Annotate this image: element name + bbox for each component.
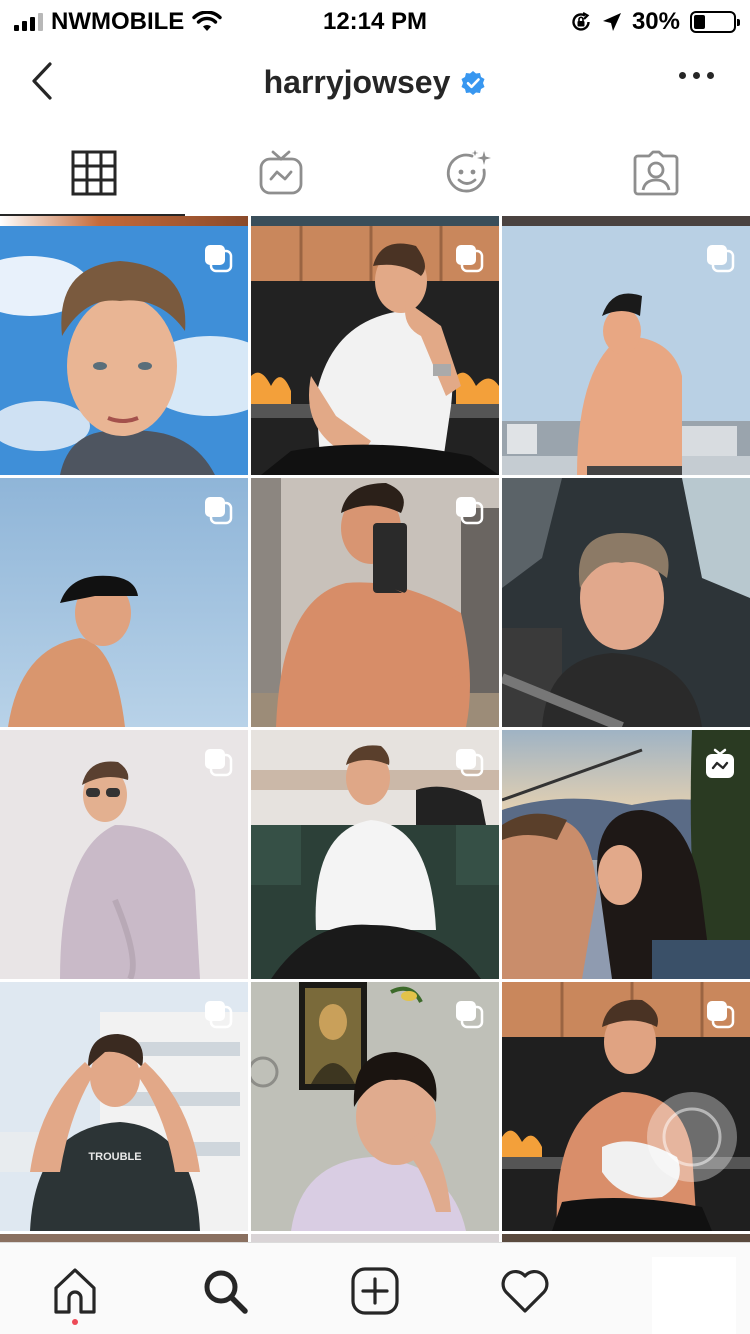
title-wrap: harryjowsey xyxy=(0,64,750,101)
home-icon xyxy=(54,1268,96,1314)
grid-top-strip xyxy=(251,216,499,226)
nav-profile-placeholder[interactable] xyxy=(652,1257,736,1334)
heart-icon xyxy=(501,1269,549,1313)
search-icon xyxy=(204,1270,248,1314)
post-photo xyxy=(502,478,750,727)
carousel-icon xyxy=(205,245,233,273)
tab-effects[interactable] xyxy=(375,130,563,216)
carousel-icon xyxy=(205,497,233,525)
grid-top-strip xyxy=(502,216,750,226)
verified-badge-icon xyxy=(461,70,485,95)
grid-bottom-strip xyxy=(251,1234,499,1242)
grid-bottom-strip xyxy=(502,1234,750,1242)
carousel-icon xyxy=(456,497,484,525)
battery-icon xyxy=(690,11,740,33)
carousel-icon xyxy=(205,749,233,777)
carousel-icon xyxy=(456,749,484,777)
shirt-print-text: TROUBLE xyxy=(88,1151,141,1163)
post-tile[interactable] xyxy=(502,226,750,475)
posts-grid: TROUBLE xyxy=(0,216,750,1242)
status-right: 30% xyxy=(570,8,740,36)
carousel-icon xyxy=(456,245,484,273)
tagged-person-icon xyxy=(633,150,679,196)
nav-new-post[interactable] xyxy=(345,1261,405,1321)
grid-top-strip xyxy=(0,216,248,226)
battery-percent: 30% xyxy=(631,8,680,35)
post-tile[interactable] xyxy=(0,478,248,727)
profile-header: harryjowsey xyxy=(0,44,750,126)
profile-tabs xyxy=(0,130,750,216)
bottom-nav xyxy=(0,1242,750,1334)
nav-search[interactable] xyxy=(195,1261,255,1321)
post-tile[interactable] xyxy=(251,478,499,727)
notification-dot xyxy=(72,1319,78,1325)
face-effects-icon xyxy=(446,150,491,193)
carousel-icon xyxy=(707,245,735,273)
igtv-post-icon xyxy=(706,748,734,778)
add-post-icon xyxy=(351,1267,399,1315)
grid-icon xyxy=(71,150,117,196)
post-tile[interactable] xyxy=(251,982,499,1231)
post-tile[interactable] xyxy=(502,478,750,727)
nav-activity[interactable] xyxy=(495,1261,555,1321)
tab-posts-grid[interactable] xyxy=(0,130,188,216)
carousel-icon xyxy=(205,1001,233,1029)
tab-tagged[interactable] xyxy=(563,130,750,216)
post-tile[interactable] xyxy=(502,982,750,1231)
nav-home[interactable] xyxy=(45,1261,105,1321)
post-tile[interactable]: TROUBLE xyxy=(0,982,248,1231)
page-title: harryjowsey xyxy=(263,64,451,100)
igtv-icon xyxy=(259,150,303,195)
carousel-icon xyxy=(456,1001,484,1029)
post-tile[interactable] xyxy=(0,226,248,475)
more-options-icon[interactable] xyxy=(679,72,714,79)
carousel-icon xyxy=(707,1001,735,1029)
location-icon xyxy=(602,13,621,31)
status-bar: NWMOBILE 12:14 PM 30% xyxy=(0,0,750,40)
orientation-lock-icon xyxy=(572,12,590,31)
post-tile[interactable] xyxy=(251,730,499,979)
post-tile-highlighted[interactable] xyxy=(502,730,750,979)
post-tile[interactable] xyxy=(251,226,499,475)
post-tile[interactable] xyxy=(0,730,248,979)
tab-igtv[interactable] xyxy=(188,130,376,216)
grid-bottom-strip xyxy=(0,1234,248,1242)
